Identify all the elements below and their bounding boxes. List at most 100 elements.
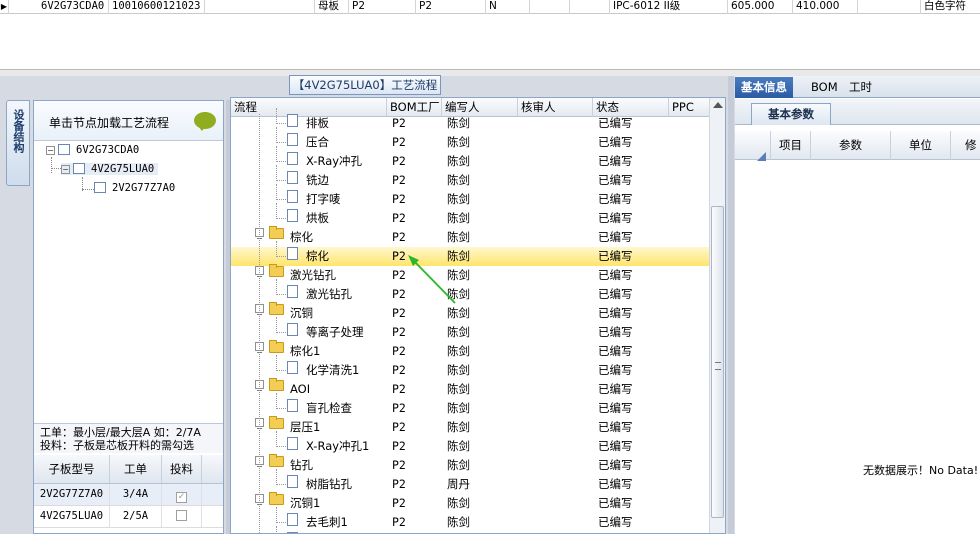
table-row[interactable]: 2V2G77Z7A0 3/4A ✓ <box>34 484 223 506</box>
tree-connector <box>51 168 61 169</box>
process-step-row[interactable]: 盲孔检查 P2 陈剑 已编写 <box>231 399 709 418</box>
process-step-row[interactable]: X-Ray冲孔 P2 陈剑 已编写 <box>231 152 709 171</box>
process-step-row[interactable]: 铣边 P2 陈剑 已编写 <box>231 171 709 190</box>
process-step-row[interactable]: 树脂钻孔 P2 周丹 已编写 <box>231 475 709 494</box>
tree-connector <box>276 507 277 523</box>
process-step-row[interactable]: 压合 P2 陈剑 已编写 <box>231 133 709 152</box>
bom-factory: P2 <box>392 287 406 301</box>
top-grid-row[interactable]: ▶ 6V2G73CDA0 10010600121023 母板 P2 P2 N I… <box>0 0 980 14</box>
process-flow-title: 【4V2G75LUA0】工艺流程 <box>289 75 441 95</box>
tree-connector <box>276 161 286 162</box>
scroll-up-icon[interactable] <box>713 102 723 108</box>
row-indicator-icon: ▶ <box>0 0 9 14</box>
top-cell-width: 605.000 <box>728 0 793 14</box>
tree-node-grandchild[interactable]: 2V2G77Z7A0 <box>94 182 175 194</box>
process-step-row[interactable]: 棕化 P2 陈剑 已编写 <box>231 247 709 266</box>
writer: 陈剑 <box>447 230 470 244</box>
top-cell-empty3 <box>858 0 921 14</box>
status: 已编写 <box>598 515 633 529</box>
tree-node-child[interactable]: − 4V2G75LUA0 <box>61 163 159 175</box>
bom-factory: P2 <box>392 401 406 415</box>
process-group-row[interactable]: − 钻孔 P2 陈剑 已编写 <box>231 454 709 475</box>
column-header-spacer <box>202 455 223 483</box>
vertical-splitter-right[interactable] <box>728 76 734 534</box>
process-group-row[interactable]: − 棕化1 P2 陈剑 已编写 <box>231 340 709 361</box>
column-header[interactable]: 单位 <box>891 131 951 160</box>
document-icon <box>287 475 298 488</box>
writer: 陈剑 <box>447 154 470 168</box>
subtab-basic-params[interactable]: 基本参数 <box>751 103 831 125</box>
process-step-row[interactable]: 激光钻孔 P2 陈剑 已编写 <box>231 285 709 304</box>
status: 已编写 <box>598 268 633 282</box>
node-icon <box>73 163 85 174</box>
speech-bubble-icon[interactable] <box>194 112 216 131</box>
status: 已编写 <box>598 173 633 187</box>
column-header[interactable]: 子板型号 <box>34 455 110 483</box>
process-step-row[interactable]: 打字唛 P2 陈剑 已编写 <box>231 190 709 209</box>
collapse-icon[interactable]: − <box>61 165 70 174</box>
process-group-row[interactable]: − 激光钻孔 P2 陈剑 已编写 <box>231 264 709 285</box>
tree-connector <box>276 184 277 200</box>
tree-node-root[interactable]: − 6V2G73CDA0 <box>46 144 139 156</box>
structure-panel: 单击节点加载工艺流程 −6V2G73CDA0 −4V2G75LUA0 2V2G7… <box>33 100 224 534</box>
cell-order[interactable]: 2/5A <box>110 506 162 527</box>
writer: 陈剑 <box>447 420 470 434</box>
column-header[interactable]: 投料 <box>162 455 202 483</box>
column-header[interactable]: 项目 <box>771 131 811 160</box>
document-icon <box>287 323 298 336</box>
column-header[interactable]: 参数 <box>811 131 891 160</box>
process-group-row[interactable]: − 层压1 P2 陈剑 已编写 <box>231 416 709 437</box>
tree-connector <box>276 203 277 219</box>
bom-factory: P2 <box>392 515 406 529</box>
process-step-row[interactable]: 等离子处理 P2 陈剑 已编写 <box>231 323 709 342</box>
column-header[interactable]: 修 <box>951 131 980 160</box>
process-flow-panel: 流程 BOM工厂 编写人 核审人 状态 PPC 排板 P2 陈剑 已编写 压合 P2 陈剑已… <box>230 97 726 534</box>
tab-bom[interactable]: BOM <box>805 77 844 98</box>
feed-checkbox[interactable] <box>176 510 187 521</box>
status: 已编写 <box>598 344 633 358</box>
writer: 陈剑 <box>447 249 470 263</box>
process-name: 激光钻孔 <box>290 268 336 282</box>
work-info-line: 投料：子板是芯板开料的需勾选 <box>40 439 194 452</box>
vertical-scrollbar[interactable] <box>709 98 725 533</box>
writer: 陈剑 <box>447 458 470 472</box>
status: 已编写 <box>598 496 633 510</box>
document-icon <box>287 399 298 412</box>
process-group-row[interactable]: − AOI P2 陈剑 已编写 <box>231 378 709 399</box>
work-info: 工单：最小层/最大层A 如：2/7A 投料：子板是芯板开料的需勾选 <box>34 423 223 453</box>
collapse-icon[interactable]: − <box>46 146 55 155</box>
tree-node-label: 4V2G75LUA0 <box>91 163 155 175</box>
sub-board-grid: 子板型号 工单 投料 2V2G77Z7A0 3/4A ✓ 4V2G75LUA0 … <box>34 455 223 528</box>
bom-factory: P2 <box>392 325 406 339</box>
scroll-thumb[interactable] <box>711 206 724 518</box>
process-group-row[interactable]: − 沉铜 P2 陈剑 已编写 <box>231 302 709 323</box>
tab-device-structure[interactable]: 设备结构 <box>6 100 30 186</box>
tab-basic-info[interactable]: 基本信息 <box>735 77 793 98</box>
feed-checkbox[interactable]: ✓ <box>176 492 187 503</box>
process-step-row[interactable]: 排板 P2 陈剑 已编写 <box>231 114 709 133</box>
process-name: 铣边 <box>306 173 329 187</box>
grip-icon <box>715 362 721 370</box>
process-name: AOI <box>290 382 311 396</box>
process-group-row[interactable]: − 棕化 P2 陈剑 已编写 <box>231 226 709 247</box>
process-step-row[interactable]: X-Ray冲孔1 P2 陈剑 已编写 <box>231 437 709 456</box>
column-header[interactable]: 工单 <box>110 455 162 483</box>
process-name: 去毛刺1 <box>306 515 348 529</box>
process-group-row[interactable]: − 沉铜1 P2 陈剑 已编写 <box>231 492 709 513</box>
tree-connector <box>82 189 94 190</box>
process-name: 打字唛 <box>306 192 341 206</box>
process-step-row[interactable]: 烘板 P2 陈剑 已编写 <box>231 209 709 228</box>
tree-connector <box>276 123 286 124</box>
table-row[interactable]: 4V2G75LUA0 2/5A <box>34 506 223 528</box>
tree-connector <box>276 332 286 333</box>
tab-work-hours[interactable]: 工时 <box>843 77 878 98</box>
document-icon <box>287 361 298 374</box>
cell-order[interactable]: 3/4A <box>110 484 162 505</box>
process-step-row[interactable]: 化学清洗1 P2 陈剑 已编写 <box>231 361 709 380</box>
process-step-row[interactable]: 去毛刺1 P2 陈剑 已编写 <box>231 513 709 532</box>
node-icon <box>58 144 70 155</box>
writer: 陈剑 <box>447 211 470 225</box>
process-name: 棕化1 <box>290 344 321 358</box>
status: 已编写 <box>598 325 633 339</box>
top-cell-p2: P2 <box>416 0 486 14</box>
